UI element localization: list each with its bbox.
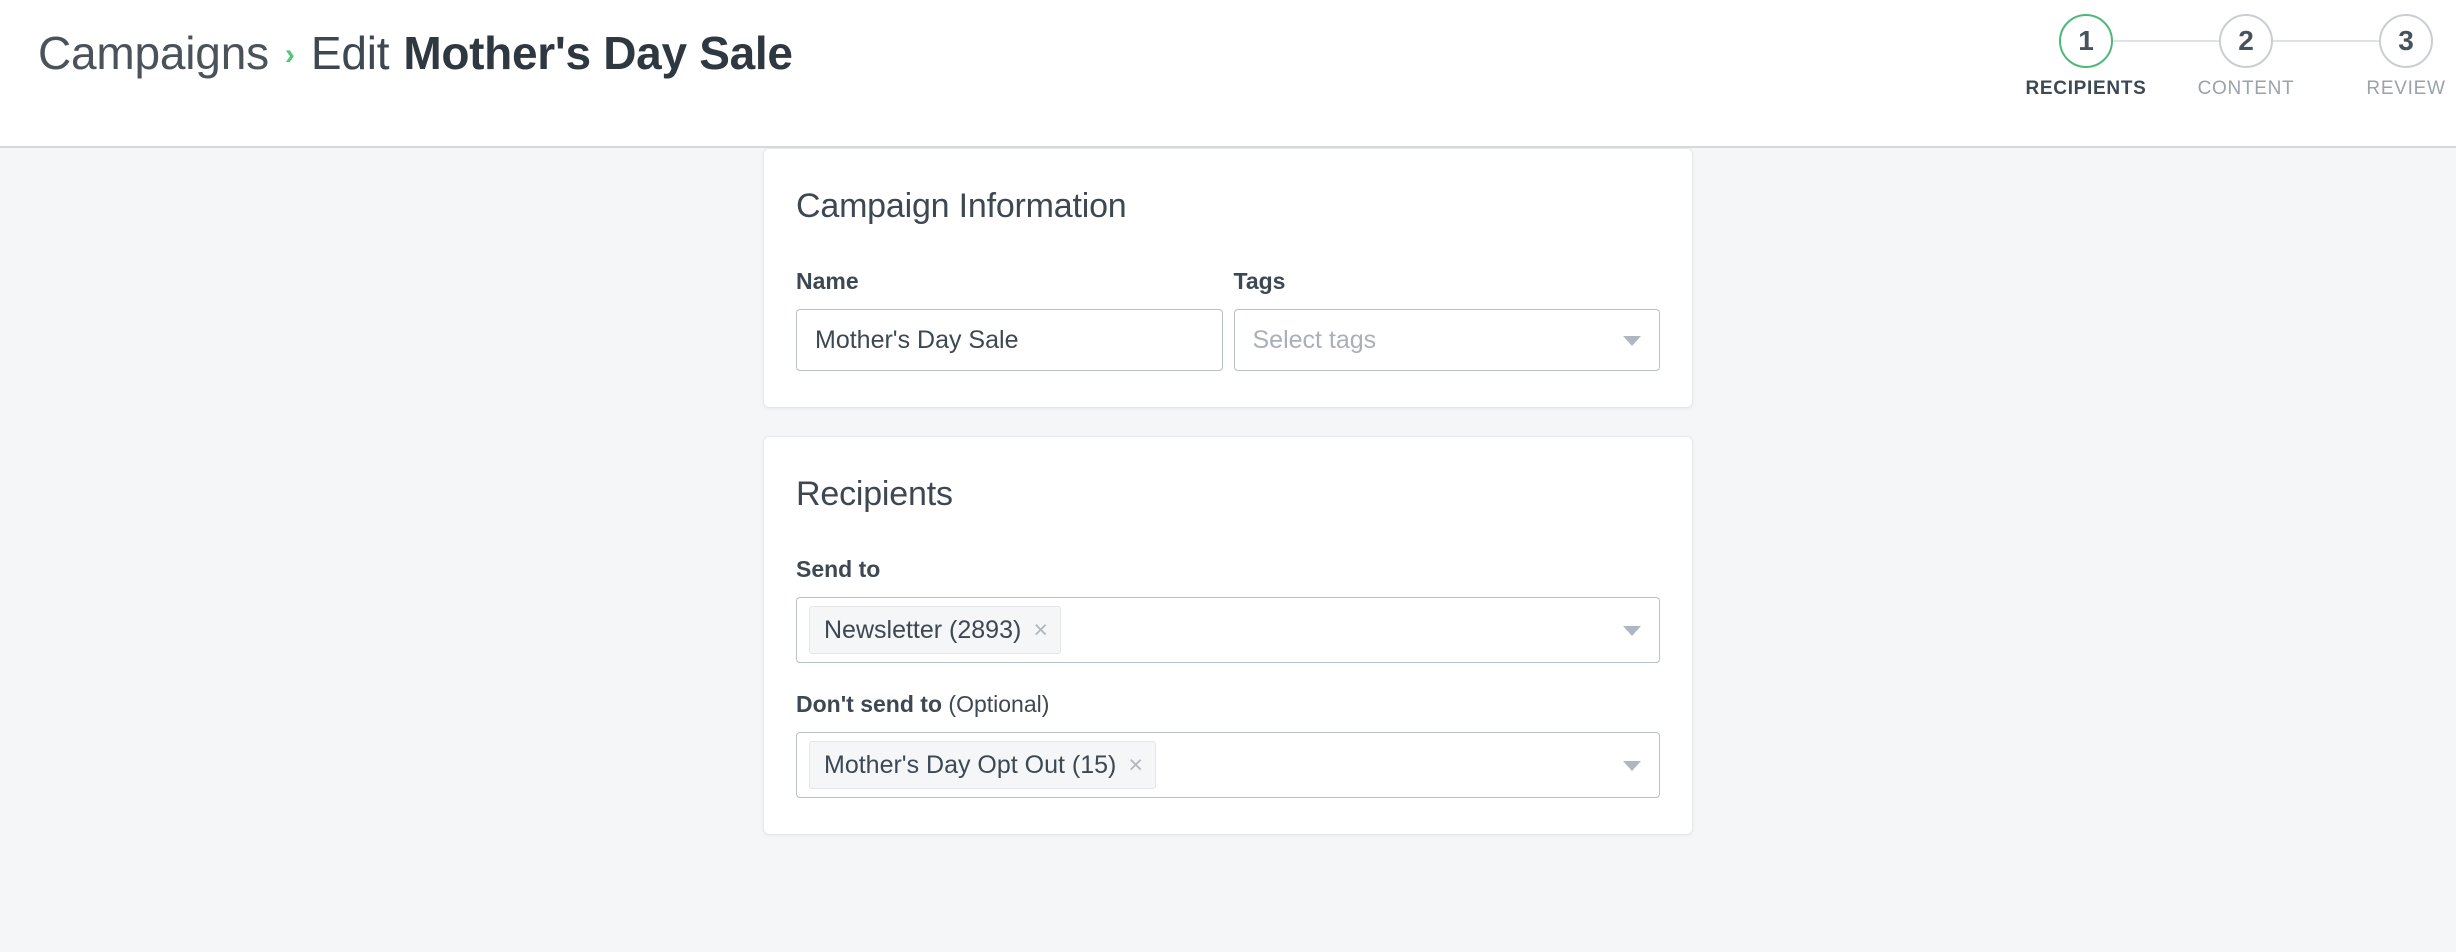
dont-send-to-chip-label: Mother's Day Opt Out (15) bbox=[824, 751, 1116, 780]
dont-send-to-chip[interactable]: Mother's Day Opt Out (15) × bbox=[809, 741, 1156, 789]
send-to-label: Send to bbox=[796, 556, 1660, 583]
name-label: Name bbox=[796, 268, 1223, 295]
recipients-heading: Recipients bbox=[796, 475, 1660, 514]
breadcrumb-link-campaigns[interactable]: Campaigns bbox=[38, 26, 269, 80]
breadcrumb: Campaigns › Edit Mother's Day Sale bbox=[38, 26, 793, 80]
wizard-stepper: 1 RECIPIENTS 2 CONTENT 3 REVIEW bbox=[2086, 14, 2406, 100]
top-header-bar: Campaigns › Edit Mother's Day Sale 1 REC… bbox=[0, 0, 2456, 148]
dont-send-to-label-text: Don't send to bbox=[796, 691, 942, 717]
send-to-chip[interactable]: Newsletter (2893) × bbox=[809, 606, 1061, 654]
tags-select[interactable]: Select tags bbox=[1234, 309, 1661, 371]
name-field-group: Name bbox=[796, 268, 1223, 371]
tags-placeholder: Select tags bbox=[1245, 326, 1377, 355]
step-2-circle[interactable]: 2 bbox=[2219, 14, 2273, 68]
chevron-down-icon[interactable] bbox=[1623, 626, 1641, 636]
recipients-card: Recipients Send to Newsletter (2893) × D… bbox=[763, 436, 1693, 835]
dont-send-to-field-group: Don't send to (Optional) Mother's Day Op… bbox=[796, 691, 1660, 798]
send-to-field-group: Send to Newsletter (2893) × bbox=[796, 556, 1660, 663]
close-icon[interactable]: × bbox=[1033, 618, 1048, 643]
tags-label: Tags bbox=[1234, 268, 1661, 295]
send-to-chip-label: Newsletter (2893) bbox=[824, 616, 1021, 645]
step-3-label: REVIEW bbox=[2366, 78, 2445, 100]
step-2-label: CONTENT bbox=[2198, 78, 2295, 100]
tags-field-group: Tags Select tags bbox=[1234, 268, 1661, 371]
step-3-circle[interactable]: 3 bbox=[2379, 14, 2433, 68]
dont-send-to-select[interactable]: Mother's Day Opt Out (15) × bbox=[796, 732, 1660, 798]
breadcrumb-action-edit: Edit bbox=[311, 26, 389, 80]
chevron-down-icon[interactable] bbox=[1623, 336, 1641, 346]
chevron-right-icon: › bbox=[285, 40, 295, 70]
step-1-circle[interactable]: 1 bbox=[2059, 14, 2113, 68]
page-content: Campaign Information Name Tags Select ta… bbox=[0, 148, 2456, 952]
dont-send-to-label: Don't send to (Optional) bbox=[796, 691, 1660, 718]
campaign-information-fields: Name Tags Select tags bbox=[796, 268, 1660, 371]
campaign-information-heading: Campaign Information bbox=[796, 187, 1660, 226]
name-input[interactable] bbox=[796, 309, 1223, 371]
chevron-down-icon[interactable] bbox=[1623, 761, 1641, 771]
send-to-select[interactable]: Newsletter (2893) × bbox=[796, 597, 1660, 663]
campaign-information-card: Campaign Information Name Tags Select ta… bbox=[763, 148, 1693, 408]
step-1-label: RECIPIENTS bbox=[2025, 78, 2146, 100]
page-title: Mother's Day Sale bbox=[403, 26, 792, 80]
close-icon[interactable]: × bbox=[1128, 753, 1143, 778]
dont-send-to-optional-text: (Optional) bbox=[942, 691, 1049, 717]
